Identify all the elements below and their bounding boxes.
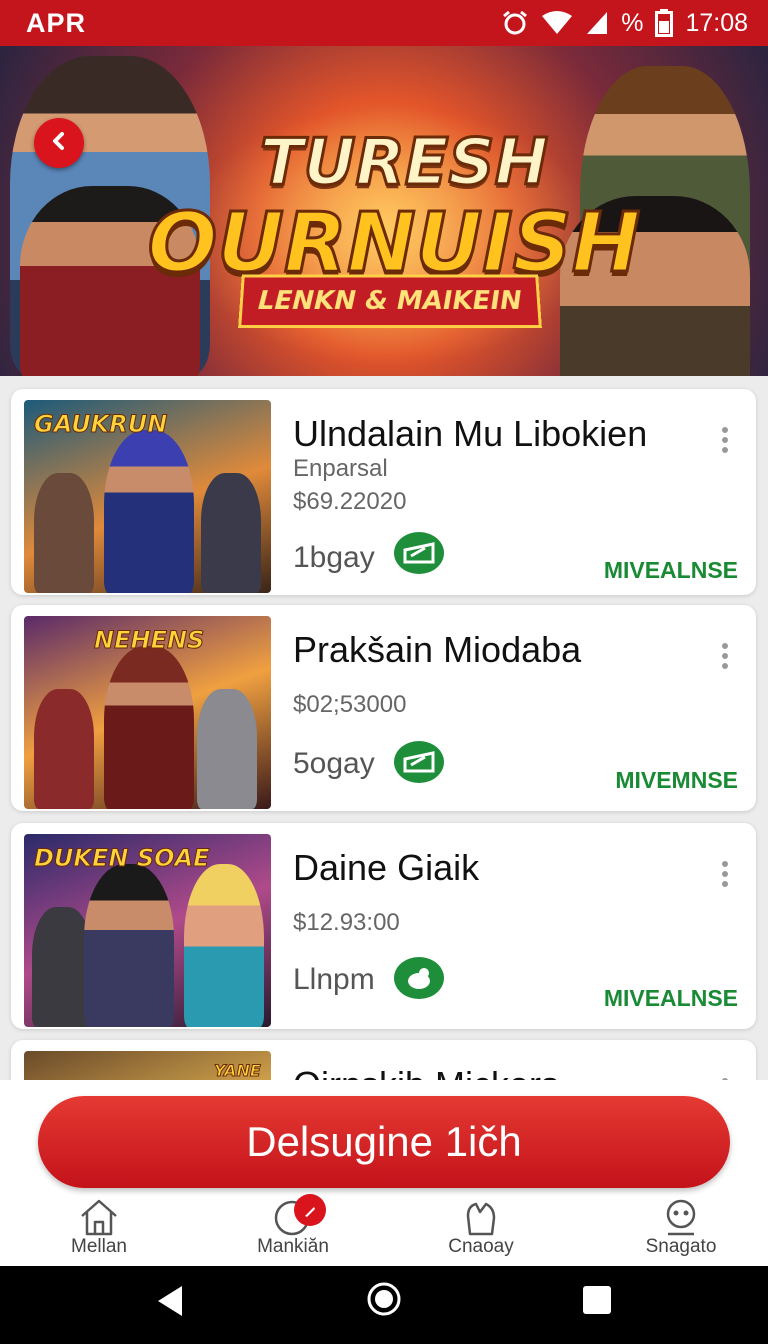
game-thumbnail: DUKEN SOAE [24,834,271,1027]
back-nav-icon[interactable] [156,1284,184,1323]
notification-badge [294,1194,326,1226]
nav-item-tournaments[interactable]: Mankiăn [228,1194,358,1258]
battery-icon [655,9,674,37]
game-price: $02;53000 [293,691,407,718]
thumb-figure [34,473,94,593]
game-thumbnail: YANE [24,1051,271,1080]
game-title: Prakšain Miodaba [293,629,582,670]
nav-item-home[interactable]: Mellan [34,1196,164,1258]
nav-item-play[interactable]: Cnaoay [416,1196,546,1258]
game-title: Ulndalain Mu Libokien [293,413,648,454]
game-status: MIVEALNSE [603,557,738,583]
thumb-hero [84,864,174,1027]
hero-banner: TURESH OURNUISH LENKN & MAIKEIN [0,46,768,376]
hand-icon [416,1198,546,1236]
wifi-icon [541,10,573,36]
game-status: MIVEALNSE [603,985,738,1011]
game-price: $69.22020 [293,488,407,515]
game-duration: 5ogay [293,747,375,780]
battery-percent: % [621,8,644,37]
thumb-hero [104,646,194,809]
banner-title-line1: TURESH [258,125,549,202]
nav-item-profile[interactable]: Snagato [616,1196,746,1258]
game-duration: Llnpm [293,963,375,996]
ticket-icon [394,741,444,783]
thumb-hero [184,864,264,1027]
thumb-figure [32,907,92,1027]
system-navigation-bar [0,1266,768,1344]
game-duration: 1bgay [293,541,375,574]
home-nav-icon[interactable] [366,1281,402,1322]
ticket-icon [394,532,444,574]
game-title: Oirnskib Mickers [293,1064,559,1080]
more-options-icon[interactable] [720,861,730,891]
carrier-label: APR [26,7,87,38]
game-card[interactable]: DUKEN SOAE Daine Giaik $12.93:00 Llnpm M… [11,823,756,1029]
thumb-title: DUKEN SOAE [34,844,210,873]
bottom-nav: Mellan Mankiăn Cnaoay Snagato [0,1194,768,1266]
compass-icon [228,1198,358,1236]
clock-time: 17:08 [685,8,748,37]
game-title: Daine Giaik [293,847,480,888]
alarm-icon [501,10,529,36]
status-icons: % 17:08 [501,9,748,38]
game-thumbnail: GAUKRUN [24,400,271,593]
signal-icon [585,10,609,36]
back-button[interactable] [34,118,84,168]
status-bar: APR % 17:08 [0,0,768,46]
bottom-panel: Delsugine 1ičh Mellan Mankiăn Cnaoay Sn… [0,1080,768,1266]
chevron-left-icon [48,130,70,157]
thumb-figure [201,473,261,593]
game-subtitle: Enparsal [293,455,388,482]
more-options-icon[interactable] [720,643,730,673]
game-list[interactable]: GAUKRUN Ulndalain Mu Libokien Enparsal $… [0,376,768,1080]
nav-label: Snagato [645,1236,717,1257]
banner-ribbon: LENKN & MAIKEIN [238,274,542,329]
primary-cta-button[interactable]: Delsugine 1ičh [38,1096,730,1188]
thumb-title: YANE [214,1061,262,1081]
thumb-title: NEHENS [93,626,205,655]
thumb-figure [197,689,257,809]
recents-nav-icon[interactable] [582,1284,612,1321]
game-card[interactable]: YANE Oirnskib Mickers [11,1040,756,1080]
game-status: MIVEMNSE [615,767,738,793]
thumb-hero [104,430,194,593]
nav-label: Mellan [71,1236,127,1257]
home-icon [34,1198,164,1236]
more-options-icon[interactable] [720,427,730,457]
thumb-title: GAUKRUN [33,410,168,439]
thumb-figure [34,689,94,809]
profile-icon [616,1198,746,1236]
game-card[interactable]: NEHENS Prakšain Miodaba $02;53000 5ogay … [11,605,756,811]
nav-label: Mankiăn [257,1236,329,1257]
avatar-badge-icon [394,957,444,999]
game-card[interactable]: GAUKRUN Ulndalain Mu Libokien Enparsal $… [11,389,756,595]
nav-label: Cnaoay [448,1236,514,1257]
game-price: $12.93:00 [293,909,400,936]
game-thumbnail: NEHENS [24,616,271,809]
